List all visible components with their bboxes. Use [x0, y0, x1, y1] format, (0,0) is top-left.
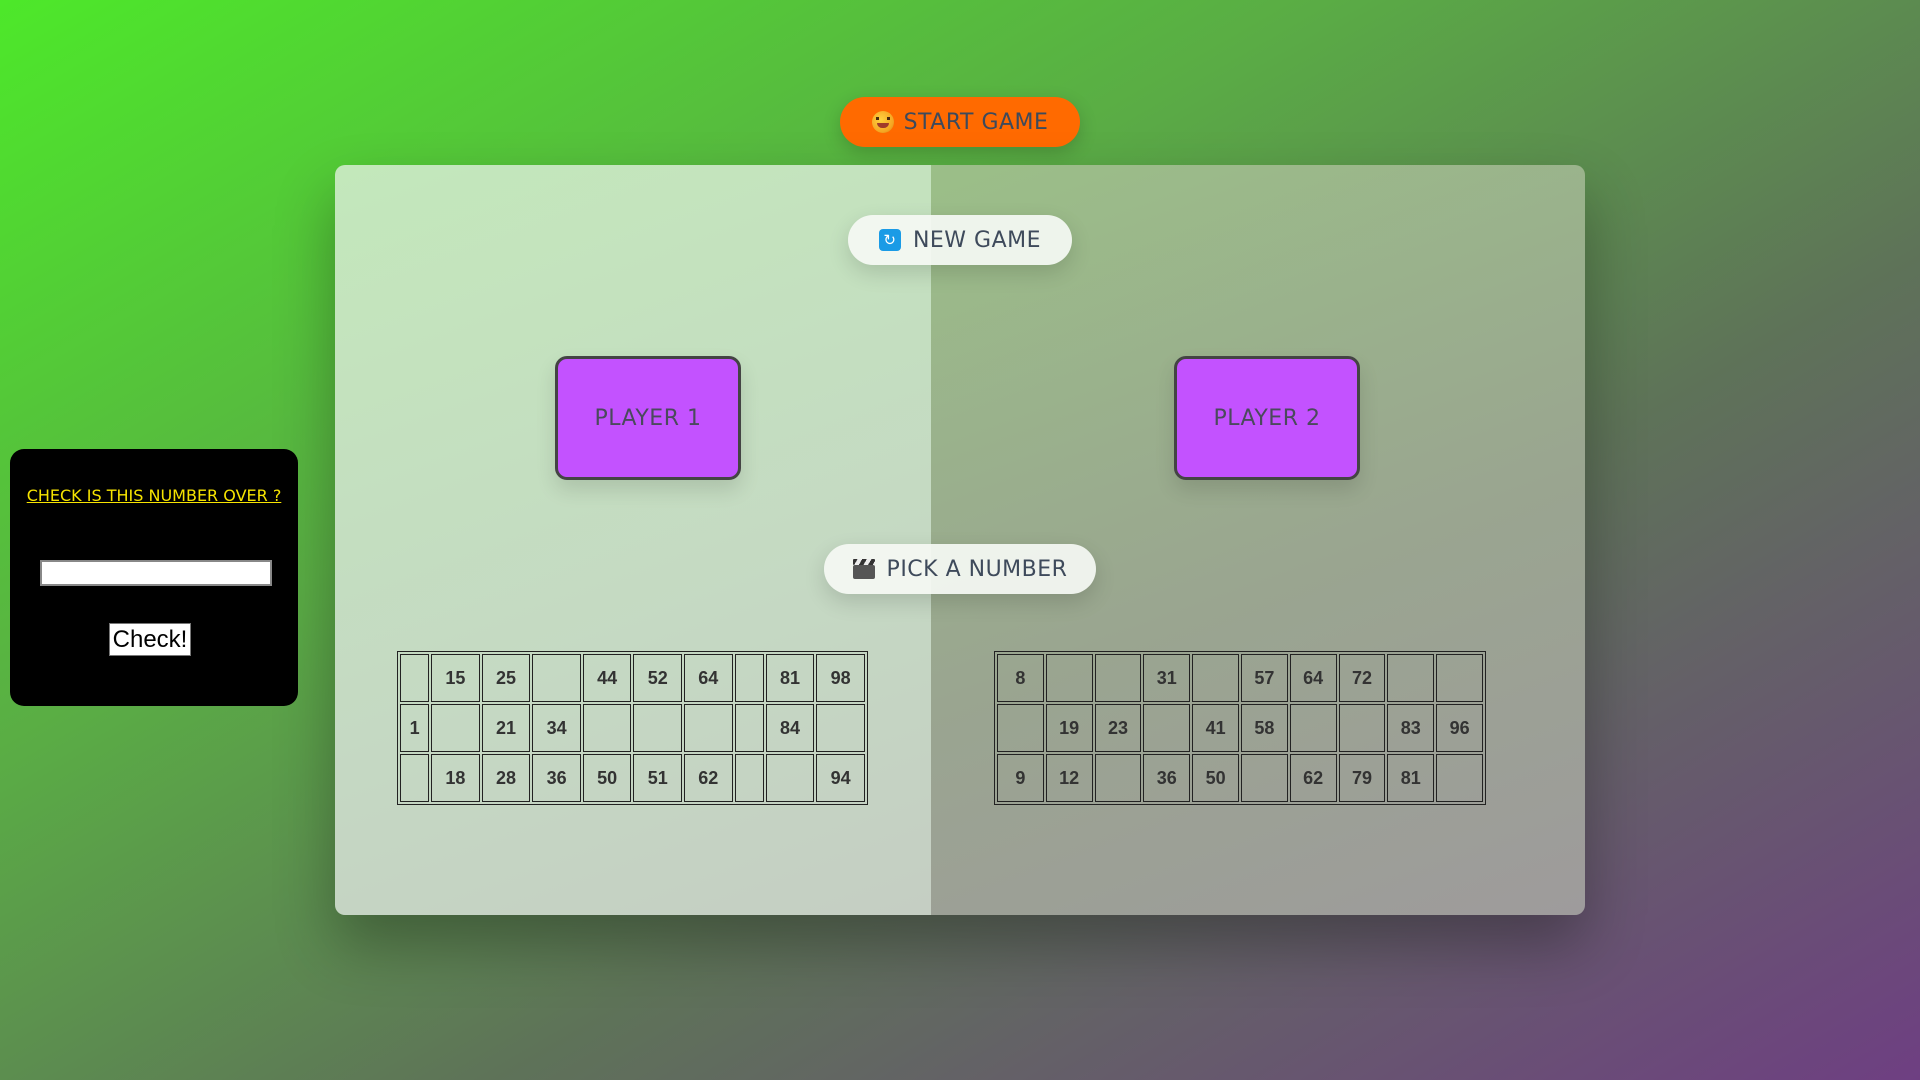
- number-check-panel: CHECK IS THIS NUMBER OVER ? Check!: [10, 449, 298, 706]
- ticket-cell[interactable]: [1192, 654, 1239, 702]
- ticket-cell[interactable]: 52: [633, 654, 683, 702]
- ticket-cell[interactable]: 28: [481, 754, 531, 802]
- ticket-cell[interactable]: 79: [1338, 754, 1386, 802]
- pick-number-button[interactable]: PICK A NUMBER: [824, 544, 1096, 594]
- ticket-cell[interactable]: 64: [1289, 654, 1337, 702]
- ticket-cell[interactable]: 81: [1387, 754, 1435, 802]
- ticket-cell[interactable]: 84: [765, 704, 815, 752]
- ticket-cell[interactable]: [1436, 754, 1483, 802]
- ticket-cell[interactable]: [532, 654, 581, 702]
- ticket-cell[interactable]: [431, 704, 480, 752]
- ticket-cell[interactable]: [1289, 704, 1337, 752]
- ticket-cell[interactable]: 98: [816, 654, 865, 702]
- ticket-cell[interactable]: 72: [1338, 654, 1386, 702]
- ticket-cell[interactable]: 50: [1192, 754, 1239, 802]
- ticket-cell[interactable]: [1436, 654, 1483, 702]
- ticket-row: 1 21 34 84: [400, 704, 865, 752]
- ticket-cell[interactable]: 36: [1143, 754, 1191, 802]
- ticket-row: 18 28 36 50 51 62 94: [400, 754, 865, 802]
- player1-box[interactable]: PLAYER 1: [555, 356, 741, 480]
- party-face-icon: [871, 111, 894, 133]
- check-button[interactable]: Check!: [109, 623, 191, 656]
- ticket-cell[interactable]: [1045, 654, 1093, 702]
- ticket-cell[interactable]: [1387, 654, 1435, 702]
- ticket-cell[interactable]: 94: [816, 754, 865, 802]
- ticket-cell[interactable]: 83: [1387, 704, 1435, 752]
- ticket-row: 15 25 44 52 64 81 98: [400, 654, 865, 702]
- ticket-cell[interactable]: [816, 704, 865, 752]
- ticket-cell[interactable]: [1143, 704, 1191, 752]
- ticket-row: 19 23 41 58 83 96: [997, 704, 1483, 752]
- ticket-cell[interactable]: 21: [481, 704, 531, 752]
- ticket-cell[interactable]: 96: [1436, 704, 1483, 752]
- ticket-cell[interactable]: 44: [582, 654, 632, 702]
- ticket-cell[interactable]: 57: [1240, 654, 1288, 702]
- start-game-button[interactable]: START GAME: [840, 97, 1080, 147]
- ticket-cell[interactable]: 18: [431, 754, 480, 802]
- ticket-cell[interactable]: 41: [1192, 704, 1239, 752]
- ticket-cell[interactable]: [734, 654, 764, 702]
- clapper-board-icon: [852, 559, 875, 579]
- ticket-cell[interactable]: [1094, 654, 1142, 702]
- ticket-cell[interactable]: 81: [765, 654, 815, 702]
- ticket-cell[interactable]: [400, 754, 430, 802]
- ticket-cell[interactable]: [684, 704, 733, 752]
- ticket-cell[interactable]: [582, 704, 632, 752]
- player2-label: PLAYER 2: [1213, 405, 1321, 431]
- ticket-cell[interactable]: 51: [633, 754, 683, 802]
- ticket-cell[interactable]: 19: [1045, 704, 1093, 752]
- ticket-cell[interactable]: [997, 704, 1044, 752]
- new-game-button[interactable]: ↻ NEW GAME: [848, 215, 1072, 265]
- ticket-cell[interactable]: 58: [1240, 704, 1288, 752]
- game-board: ↻ NEW GAME PLAYER 1 PLAYER 2 PICK A NUMB…: [335, 165, 1585, 915]
- ticket-cell[interactable]: [633, 704, 683, 752]
- ticket-cell[interactable]: 23: [1094, 704, 1142, 752]
- pick-number-label: PICK A NUMBER: [886, 556, 1068, 582]
- ticket-cell[interactable]: [1240, 754, 1288, 802]
- ticket-cell[interactable]: [765, 754, 815, 802]
- new-game-label: NEW GAME: [912, 227, 1042, 253]
- ticket-row: 9 12 36 50 62 79 81: [997, 754, 1483, 802]
- ticket-cell[interactable]: 15: [431, 654, 480, 702]
- ticket-cell[interactable]: 62: [684, 754, 733, 802]
- ticket-cell[interactable]: [400, 654, 430, 702]
- ticket-cell[interactable]: 9: [997, 754, 1044, 802]
- ticket-cell[interactable]: 12: [1045, 754, 1093, 802]
- ticket-cell[interactable]: [734, 754, 764, 802]
- player2-ticket: 8 31 57 64 72 19 23 41 58 83 96 9 12 36 50 62 79 81: [994, 651, 1486, 805]
- player2-box[interactable]: PLAYER 2: [1174, 356, 1360, 480]
- ticket-cell[interactable]: [1338, 704, 1386, 752]
- ticket-row: 8 31 57 64 72: [997, 654, 1483, 702]
- ticket-cell[interactable]: 36: [532, 754, 581, 802]
- ticket-cell[interactable]: 50: [582, 754, 632, 802]
- ticket-cell[interactable]: [1094, 754, 1142, 802]
- ticket-cell[interactable]: [734, 704, 764, 752]
- start-game-label: START GAME: [903, 109, 1049, 135]
- ticket-cell[interactable]: 34: [532, 704, 581, 752]
- check-number-link[interactable]: CHECK IS THIS NUMBER OVER ?: [10, 486, 298, 505]
- refresh-icon: ↻: [878, 229, 901, 251]
- ticket-cell[interactable]: 64: [684, 654, 733, 702]
- player1-ticket: 15 25 44 52 64 81 98 1 21 34 84 18 28 36 50 51 62 94: [397, 651, 868, 805]
- check-number-input[interactable]: [40, 560, 272, 586]
- ticket-cell[interactable]: 1: [400, 704, 430, 752]
- ticket-cell[interactable]: 62: [1289, 754, 1337, 802]
- ticket-cell[interactable]: 8: [997, 654, 1044, 702]
- player1-label: PLAYER 1: [594, 405, 702, 431]
- ticket-cell[interactable]: 31: [1143, 654, 1191, 702]
- ticket-cell[interactable]: 25: [481, 654, 531, 702]
